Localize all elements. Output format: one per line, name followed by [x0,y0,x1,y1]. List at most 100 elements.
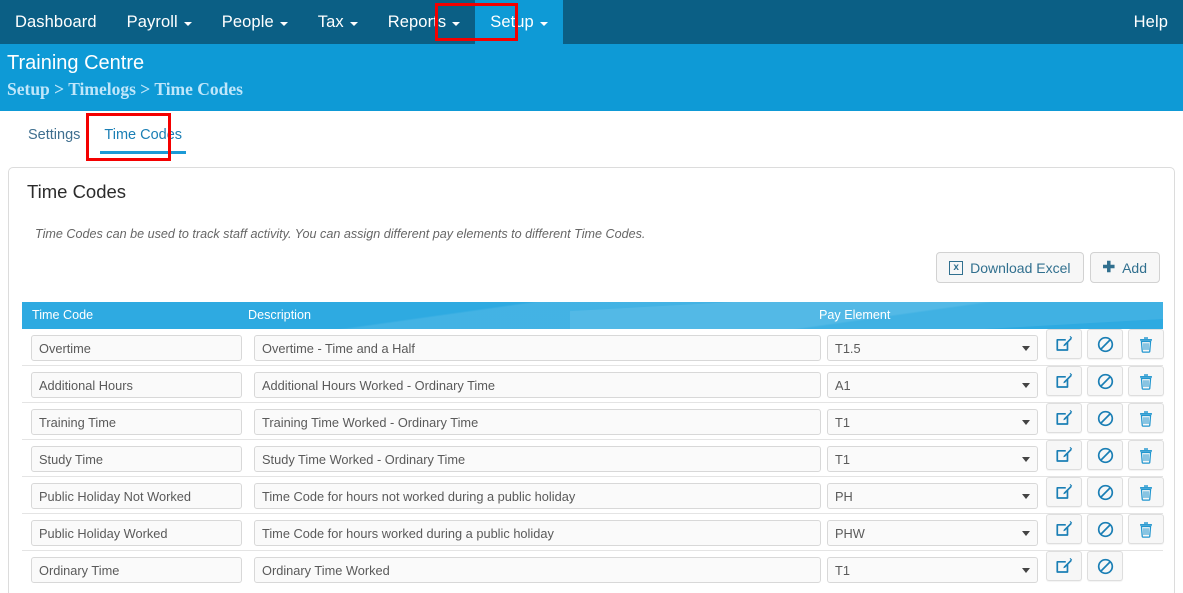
nav-item-label: Help [1133,12,1168,31]
row-actions [1046,403,1164,433]
card-toolbar: x Download Excel ✚ Add [936,252,1160,283]
pay-element-select[interactable]: T1 [827,446,1038,472]
pay-element-select[interactable]: A1 [827,372,1038,398]
card-title: Time Codes [27,181,127,202]
pay-element-select[interactable]: PH [827,483,1038,509]
disable-button[interactable] [1087,440,1123,470]
excel-file-icon: x [949,260,964,275]
delete-button[interactable] [1128,477,1164,507]
nav-item-setup[interactable]: Setup [475,0,563,44]
table-body: T1.5 A1 T1 T1 PH PHW T1 [22,329,1164,588]
nav-item-dashboard[interactable]: Dashboard [0,0,112,44]
pay-element-select[interactable]: PHW [827,520,1038,546]
disable-button[interactable] [1087,551,1123,581]
edit-button[interactable] [1046,440,1082,470]
time-code-input[interactable] [31,372,242,398]
column-header-pay-element: Pay Element [819,308,891,322]
disable-icon [1097,558,1114,575]
tab-time-codes[interactable]: Time Codes [92,111,194,165]
nav-item-label: Payroll [126,12,178,31]
tab-label: Time Codes [104,127,183,143]
pay-element-select[interactable]: T1 [827,409,1038,435]
time-code-input[interactable] [31,409,242,435]
chevron-down-icon [1022,457,1030,462]
pay-element-select[interactable]: T1 [827,557,1038,583]
edit-button[interactable] [1046,477,1082,507]
edit-button[interactable] [1046,514,1082,544]
edit-icon [1055,372,1073,390]
description-input[interactable] [254,335,821,361]
nav-item-people[interactable]: People [207,0,303,44]
table-row: T1 [22,403,1164,440]
description-input[interactable] [254,557,821,583]
nav-item-label: Reports [387,12,447,31]
table-row: PH [22,477,1164,514]
pay-element-value: A1 [827,372,1038,398]
time-code-input[interactable] [31,483,242,509]
download-excel-label: Download Excel [970,259,1071,276]
description-input[interactable] [254,520,821,546]
chevron-down-icon [349,22,358,26]
delete-icon [1138,373,1154,390]
nav-item-reports[interactable]: Reports [373,0,475,44]
disable-icon [1097,373,1114,390]
description-input[interactable] [254,483,821,509]
description-input[interactable] [254,409,821,435]
disable-icon [1097,336,1114,353]
delete-button[interactable] [1128,329,1164,359]
add-button[interactable]: ✚ Add [1089,252,1160,283]
row-actions [1046,329,1164,359]
row-actions [1046,514,1164,544]
disable-button[interactable] [1087,366,1123,396]
table-row: T1 [22,440,1164,477]
table-header-row: Time Code Description Pay Element [22,302,1163,329]
nav-item-payroll[interactable]: Payroll [112,0,207,44]
table-row: PHW [22,514,1164,551]
disable-icon [1097,521,1114,538]
edit-button[interactable] [1046,366,1082,396]
description-input[interactable] [254,372,821,398]
page-header: Training Centre Setup > Timelogs > Time … [0,44,1183,111]
chevron-down-icon [1022,420,1030,425]
delete-icon [1138,336,1154,353]
time-code-input[interactable] [31,446,242,472]
page-title: Training Centre [7,52,145,74]
delete-button[interactable] [1128,514,1164,544]
tab-settings[interactable]: Settings [16,111,92,165]
top-navigation-bar: Dashboard Payroll People Tax Reports Set… [0,0,1183,44]
time-code-input[interactable] [31,557,242,583]
disable-button[interactable] [1087,477,1123,507]
edit-icon [1055,483,1073,501]
pay-element-value: T1 [827,557,1038,583]
edit-button[interactable] [1046,551,1082,581]
nav-item-label: People [221,12,274,31]
delete-button[interactable] [1128,366,1164,396]
time-code-input[interactable] [31,335,242,361]
edit-icon [1055,557,1073,575]
delete-button[interactable] [1128,403,1164,433]
nav-item-label: Setup [490,12,534,31]
disable-button[interactable] [1087,514,1123,544]
tab-strip: Settings Time Codes [0,111,1183,165]
nav-item-tax[interactable]: Tax [303,0,373,44]
nav-item-label: Dashboard [15,12,97,31]
time-code-input[interactable] [31,520,242,546]
disable-button[interactable] [1087,329,1123,359]
row-actions [1046,477,1164,507]
nav-item-help[interactable]: Help [1119,0,1183,44]
disable-button[interactable] [1087,403,1123,433]
pay-element-value: PHW [827,520,1038,546]
edit-button[interactable] [1046,403,1082,433]
pay-element-select[interactable]: T1.5 [827,335,1038,361]
nav-item-label: Tax [317,12,344,31]
edit-icon [1055,446,1073,464]
description-input[interactable] [254,446,821,472]
table-row: A1 [22,366,1164,403]
disable-icon [1097,484,1114,501]
edit-button[interactable] [1046,329,1082,359]
delete-button[interactable] [1128,440,1164,470]
download-excel-button[interactable]: x Download Excel [936,252,1084,283]
pay-element-value: T1.5 [827,335,1038,361]
column-header-time-code: Time Code [32,308,94,322]
